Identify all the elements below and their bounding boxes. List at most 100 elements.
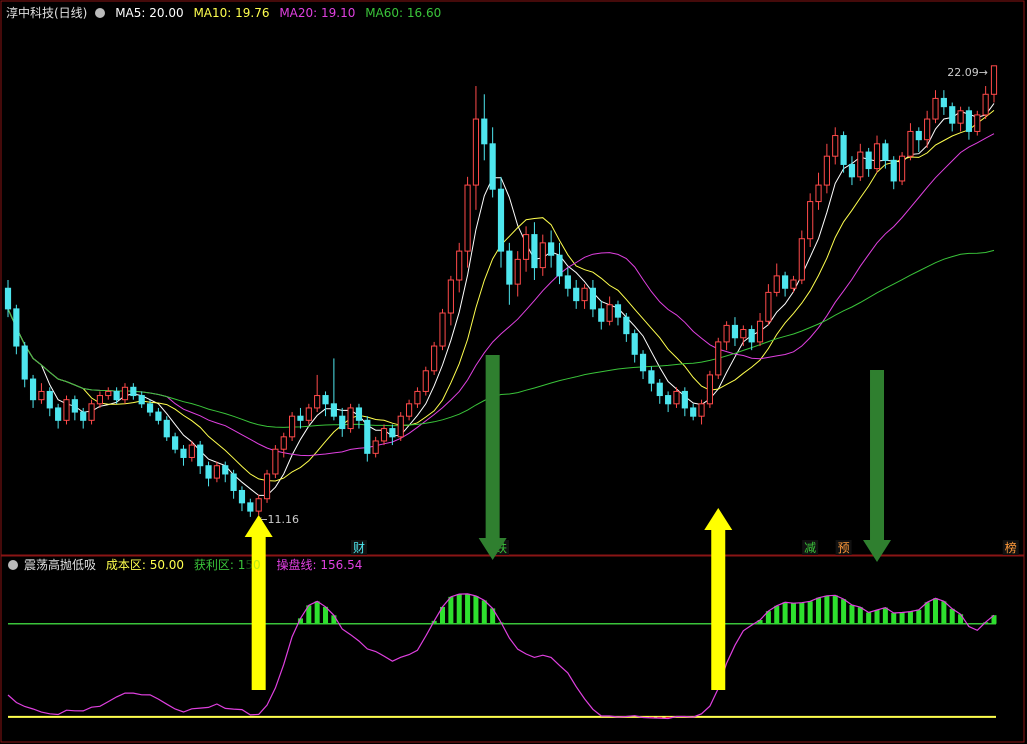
candle-body [681, 390, 688, 409]
candle-body [222, 465, 229, 475]
candle-body [665, 395, 672, 405]
candle-body [898, 155, 906, 182]
candle-body [840, 135, 847, 165]
profit-zone-hidden: 50 [245, 558, 261, 572]
candle-body [414, 390, 421, 405]
candle-body [556, 254, 563, 277]
candle-body [431, 345, 438, 372]
candle-body [673, 390, 680, 405]
candle-body [55, 407, 62, 421]
candle-body [815, 184, 822, 203]
candle-body [105, 390, 112, 397]
candle-body [489, 143, 496, 190]
indicator-header: 震荡高抛低吸 成本区: 50.00 获利区: 150 操盘线: 156.54 [6, 556, 368, 574]
candle-body [531, 234, 538, 269]
cost-zone-value: 成本区: 50.00 [105, 558, 185, 572]
indicator-name[interactable]: 震荡高抛低吸 [24, 558, 96, 572]
candle-body [13, 308, 20, 347]
settings-icon[interactable] [8, 560, 18, 570]
ma60-value: MA60: 16.60 [365, 6, 442, 20]
candle-body [648, 370, 655, 384]
candle-body [355, 407, 363, 421]
candle-body [339, 415, 346, 430]
candle-body [873, 143, 881, 170]
candle-body [982, 93, 989, 116]
candle-body [564, 275, 571, 289]
candle-body [932, 97, 939, 120]
candle-body [890, 159, 897, 182]
candle-body [272, 448, 279, 475]
candle-body [773, 275, 780, 293]
candle-body [765, 291, 772, 322]
candle-body [990, 65, 998, 95]
candle-body [949, 106, 956, 124]
low-price-label: ←11.16 [258, 513, 299, 526]
candle-body [113, 390, 120, 401]
candle-body [514, 258, 521, 285]
candle-body [263, 473, 271, 500]
candle-body [447, 279, 454, 314]
candle-body [924, 118, 931, 141]
candle-body [748, 329, 755, 343]
candle-body [247, 502, 254, 512]
candle-body [723, 324, 730, 343]
candle-body [690, 407, 697, 417]
candle-body [865, 151, 872, 170]
candle-body [205, 465, 212, 479]
candle-body [422, 370, 429, 392]
candle-body [322, 395, 329, 405]
candle-body [29, 378, 37, 401]
candle-body [88, 403, 95, 421]
candle-body [807, 201, 814, 240]
candle-body [957, 110, 964, 124]
candle-body [213, 465, 220, 479]
candle-body [138, 395, 145, 405]
candle-body [163, 419, 170, 438]
candle-body [397, 415, 404, 438]
candle-body [589, 287, 597, 310]
candle-body [314, 395, 321, 409]
candle-body [598, 308, 605, 322]
event-marker: 财 [353, 541, 365, 555]
candle-body [756, 320, 764, 343]
candle-body [790, 279, 797, 289]
candle-body [848, 163, 856, 178]
candle-body [740, 329, 747, 339]
candle-body [497, 188, 505, 252]
candle-body [832, 135, 839, 157]
profit-zone-value: 获利区: 1 [193, 558, 246, 572]
candle-body [155, 411, 162, 421]
candle-body [188, 444, 195, 458]
ma10-value: MA10: 19.76 [193, 6, 270, 20]
candle-body [4, 287, 12, 310]
candle-body [548, 242, 555, 256]
candle-body [974, 114, 981, 132]
candle-body [915, 130, 922, 141]
candle-body [96, 395, 104, 405]
candle-body [823, 155, 830, 186]
candle-body [798, 238, 805, 281]
candle-body [380, 428, 388, 442]
candle-body [372, 440, 379, 454]
candle-body [606, 304, 613, 322]
candle-body [38, 390, 45, 401]
candle-body [297, 415, 304, 421]
candle-body [121, 386, 129, 401]
settings-icon[interactable] [95, 8, 106, 18]
candle-body [731, 324, 739, 339]
event-marker: 减 [804, 541, 816, 555]
candle-body [305, 407, 312, 421]
candle-body [330, 403, 337, 417]
candle-body [80, 411, 87, 421]
candle-body [439, 312, 446, 347]
candle-body [623, 316, 630, 335]
ma5-value: MA5: 20.00 [115, 6, 184, 20]
candle-body [405, 403, 413, 417]
candle-body [21, 345, 28, 380]
candle-body [280, 436, 287, 450]
ma20-value: MA20: 19.10 [279, 6, 356, 20]
high-price-label: 22.09→ [947, 66, 988, 79]
stock-title[interactable]: 淳中科技(日线) [6, 6, 87, 20]
candle-body [389, 428, 396, 438]
candle-body [614, 304, 622, 318]
